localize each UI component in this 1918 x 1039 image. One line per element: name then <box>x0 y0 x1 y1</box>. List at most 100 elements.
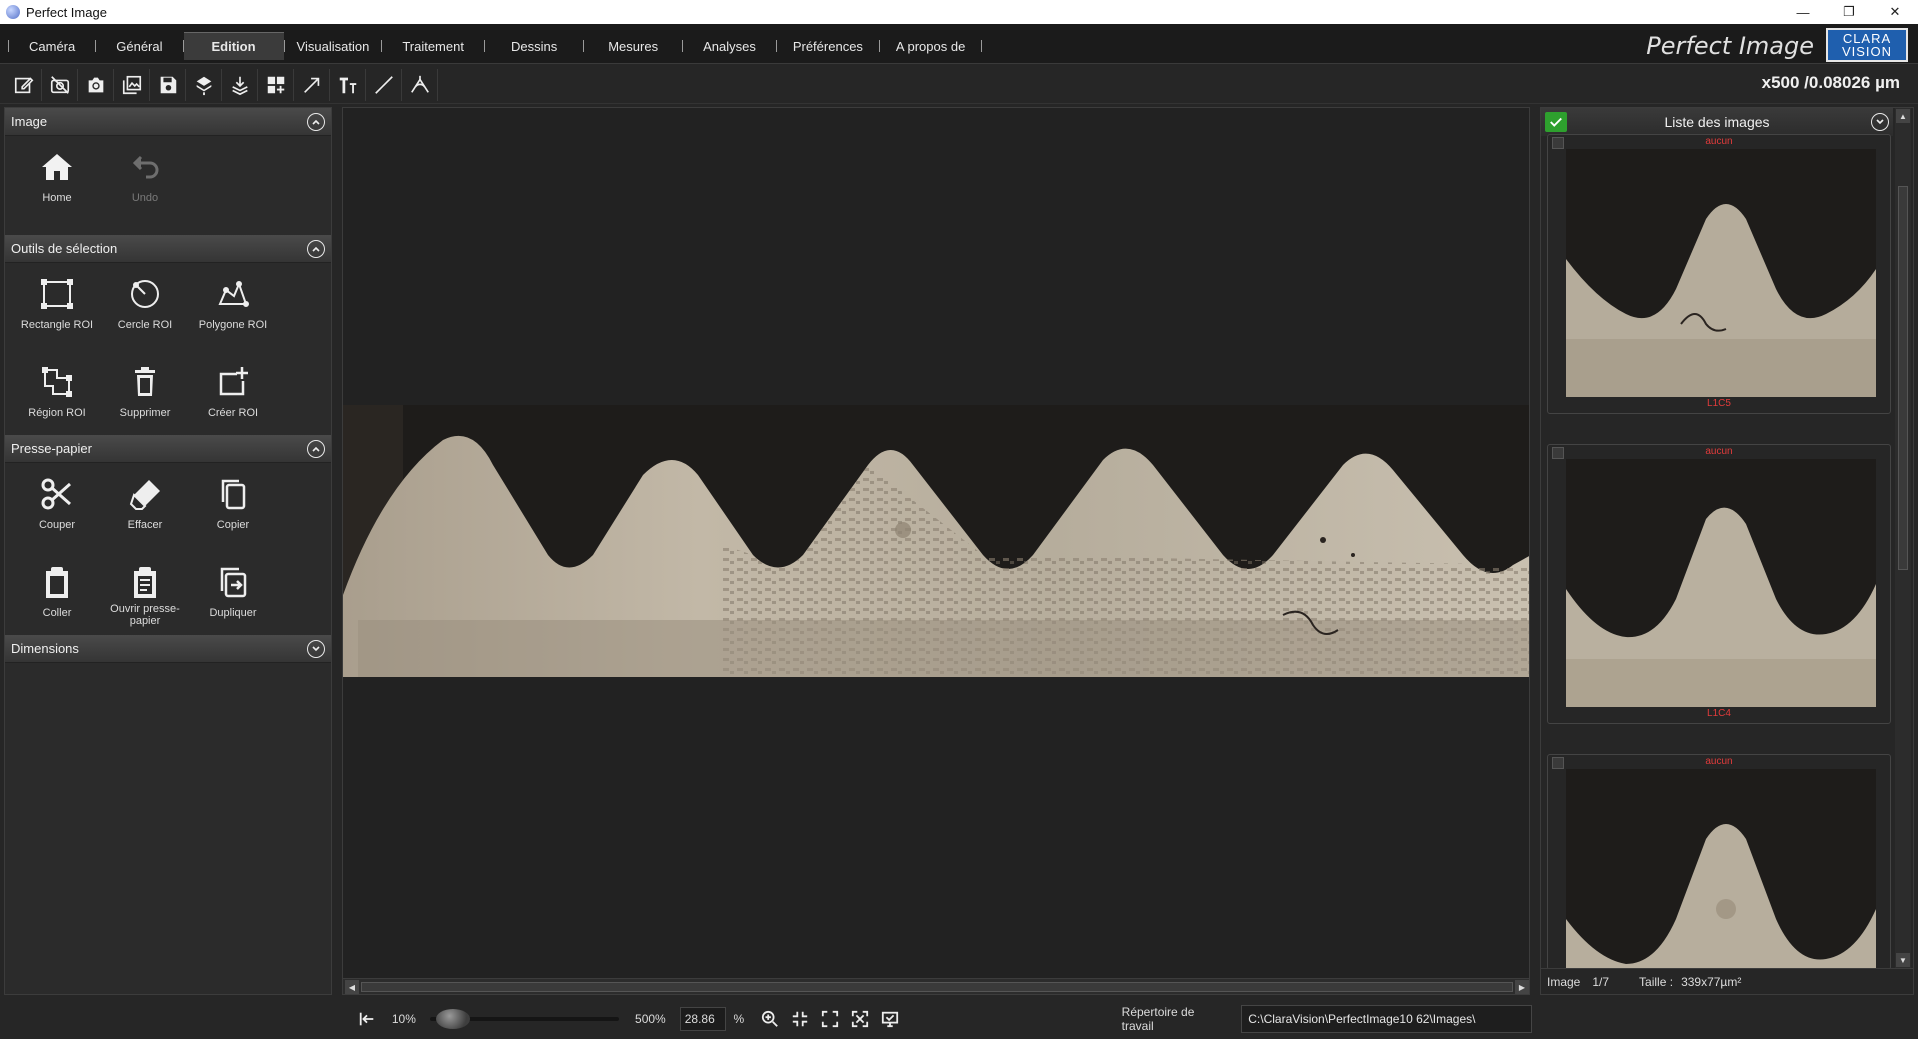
image-viewer[interactable]: ◀ ▶ <box>342 107 1530 995</box>
scrollbar-thumb[interactable] <box>1898 186 1908 570</box>
line-icon[interactable] <box>366 69 402 101</box>
zoom-value-input[interactable]: 28.86 <box>679 1007 726 1031</box>
menu-analyses[interactable]: Analyses <box>683 32 776 60</box>
menu-general[interactable]: Général <box>96 32 182 60</box>
home-button[interactable]: Home <box>13 136 101 224</box>
micrograph-image[interactable] <box>343 405 1530 677</box>
fit-window-icon[interactable] <box>818 1007 842 1031</box>
menu-dessins[interactable]: Dessins <box>485 32 583 60</box>
window-controls: — ❐ ✕ <box>1780 0 1918 24</box>
zoom-max-label: 500% <box>635 1012 666 1026</box>
edit-icon[interactable] <box>6 69 42 101</box>
scroll-right-icon[interactable]: ▶ <box>1515 980 1529 994</box>
gallery-icon[interactable] <box>114 69 150 101</box>
open-clipboard-button[interactable]: Ouvrir presse-papier <box>101 551 189 639</box>
window-title: Perfect Image <box>26 4 107 20</box>
scroll-down-icon[interactable]: ▼ <box>1896 953 1910 967</box>
tool-label: Copier <box>216 519 250 531</box>
section-header-dimensions[interactable]: Dimensions <box>5 635 331 663</box>
delete-roi-button[interactable]: Supprimer <box>101 351 189 439</box>
rectangle-roi-button[interactable]: Rectangle ROI <box>13 263 101 351</box>
zoom-slider[interactable] <box>429 1007 620 1031</box>
monitor-icon[interactable] <box>878 1007 902 1031</box>
menu-traitement[interactable]: Traitement <box>382 32 484 60</box>
thumbnail-image[interactable] <box>1566 149 1876 397</box>
text-icon[interactable] <box>330 69 366 101</box>
menu-edition[interactable]: Edition <box>183 32 284 60</box>
no-camera-icon[interactable] <box>42 69 78 101</box>
arrow-icon[interactable] <box>294 69 330 101</box>
first-page-icon[interactable] <box>352 1007 382 1031</box>
copy-button[interactable]: Copier <box>189 463 277 551</box>
vertical-scrollbar[interactable]: ▲ ▼ <box>1895 108 1911 968</box>
menu-mesures[interactable]: Mesures <box>584 32 682 60</box>
tool-label: Créer ROI <box>207 407 259 419</box>
slider-knob[interactable] <box>435 1009 470 1029</box>
fit-inward-icon[interactable] <box>788 1007 812 1031</box>
section-header-clipboard[interactable]: Presse-papier <box>5 435 331 463</box>
layers-icon[interactable] <box>186 69 222 101</box>
expand-icon[interactable] <box>307 640 325 658</box>
rectangle-icon <box>38 275 76 313</box>
collapse-icon[interactable] <box>307 240 325 258</box>
polygon-roi-button[interactable]: Polygone ROI <box>189 263 277 351</box>
menu-a-propos[interactable]: A propos de <box>880 32 981 60</box>
thumbnail-image[interactable] <box>1566 769 1876 970</box>
circle-icon <box>126 275 164 313</box>
paste-button[interactable]: Coller <box>13 551 101 639</box>
tool-label: Polygone ROI <box>198 319 268 331</box>
thumbnail-name: L1C5 <box>1707 398 1731 409</box>
duplicate-button[interactable]: Dupliquer <box>189 551 277 639</box>
home-icon <box>38 148 76 186</box>
section-title: Outils de sélection <box>11 241 118 256</box>
cut-button[interactable]: Couper <box>13 463 101 551</box>
menu-camera[interactable]: Caméra <box>9 32 95 60</box>
close-button[interactable]: ✕ <box>1872 0 1918 24</box>
thumbnail-image[interactable] <box>1566 459 1876 707</box>
scroll-up-icon[interactable]: ▲ <box>1896 109 1910 123</box>
scrollbar-thumb[interactable] <box>361 982 1513 992</box>
thumbnail-card[interactable]: aucun <box>1547 754 1891 970</box>
collapse-icon[interactable] <box>307 113 325 131</box>
tool-label: Undo <box>131 192 159 204</box>
grid-add-icon[interactable] <box>258 69 294 101</box>
image-index-label: Image <box>1547 974 1581 989</box>
scroll-left-icon[interactable]: ◀ <box>345 980 359 994</box>
region-roi-button[interactable]: Région ROI <box>13 351 101 439</box>
angle-icon[interactable] <box>402 69 438 101</box>
eraser-icon <box>126 475 164 513</box>
fullscreen-icon[interactable] <box>848 1007 872 1031</box>
tool-label: Effacer <box>127 519 163 531</box>
camera-icon[interactable] <box>78 69 114 101</box>
thumbnail-card[interactable]: aucun L1C5 <box>1547 134 1891 414</box>
minimize-button[interactable]: — <box>1780 0 1826 24</box>
stack-icon[interactable] <box>222 69 258 101</box>
zoom-in-icon[interactable] <box>758 1007 782 1031</box>
workdir-label: Répertoire de travail <box>1121 1005 1195 1033</box>
trash-icon <box>126 363 164 401</box>
menu-preferences[interactable]: Préférences <box>777 32 879 60</box>
circle-roi-button[interactable]: Cercle ROI <box>101 263 189 351</box>
menu-bar: Caméra Général Edition Visualisation Tra… <box>0 24 1918 64</box>
section-header-image[interactable]: Image <box>5 108 331 136</box>
undo-button[interactable]: Undo <box>101 136 189 224</box>
restore-button[interactable]: ❐ <box>1826 0 1872 24</box>
workdir-path-field[interactable]: C:\ClaraVision\PerfectImage10 62\Images\ <box>1241 1005 1532 1033</box>
checkmark-icon[interactable] <box>1545 112 1567 132</box>
menu-visualisation[interactable]: Visualisation <box>285 32 382 60</box>
erase-button[interactable]: Effacer <box>101 463 189 551</box>
zoom-unit-label: % <box>733 1012 745 1026</box>
section-header-selection[interactable]: Outils de sélection <box>5 235 331 263</box>
undo-icon <box>126 148 164 186</box>
logo-line-2: VISION <box>1841 44 1893 59</box>
horizontal-scrollbar[interactable]: ◀ ▶ <box>343 978 1529 994</box>
tool-label: Coller <box>42 607 72 619</box>
collapse-icon[interactable] <box>307 440 325 458</box>
polygon-icon <box>214 275 252 313</box>
expand-icon[interactable] <box>1871 113 1889 131</box>
save-icon[interactable] <box>150 69 186 101</box>
thumbnail-card[interactable]: aucun L1C4 <box>1547 444 1891 724</box>
app-window: Perfect Image — ❐ ✕ Caméra Général Editi… <box>0 0 1918 1039</box>
create-roi-button[interactable]: Créer ROI <box>189 351 277 439</box>
tool-label: Rectangle ROI <box>20 319 94 331</box>
